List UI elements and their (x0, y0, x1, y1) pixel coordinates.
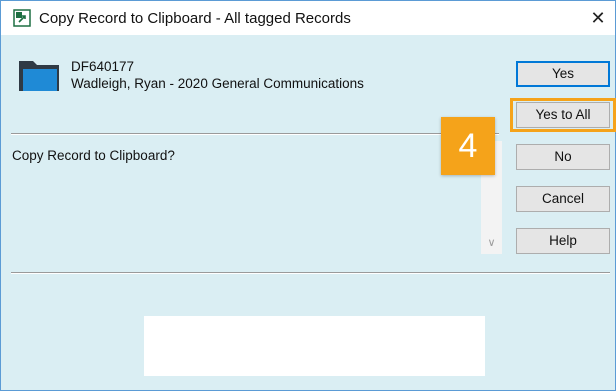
divider-highlight (11, 273, 610, 274)
record-id: DF640177 (71, 59, 135, 74)
close-icon: ✕ (590, 8, 606, 28)
scroll-down-arrow-icon[interactable]: ∨ (481, 233, 502, 253)
confirmation-message: Copy Record to Clipboard? (12, 148, 175, 163)
window-title: Copy Record to Clipboard - All tagged Re… (39, 10, 351, 27)
divider-highlight (11, 134, 499, 135)
copy-to-clipboard-icon (13, 9, 31, 27)
step-badge: 4 (441, 117, 495, 175)
dialog-window: Copy Record to Clipboard - All tagged Re… (0, 0, 616, 391)
yes-to-all-button[interactable]: Yes to All (516, 102, 610, 128)
close-button[interactable]: ✕ (585, 5, 611, 31)
folder-icon (19, 61, 59, 91)
title-bar[interactable]: Copy Record to Clipboard - All tagged Re… (1, 1, 615, 35)
cancel-button[interactable]: Cancel (516, 186, 610, 212)
record-title: Wadleigh, Ryan - 2020 General Communicat… (71, 76, 364, 91)
no-button[interactable]: No (516, 144, 610, 170)
help-button[interactable]: Help (516, 228, 610, 254)
yes-button[interactable]: Yes (516, 61, 610, 87)
blank-panel (144, 316, 485, 376)
